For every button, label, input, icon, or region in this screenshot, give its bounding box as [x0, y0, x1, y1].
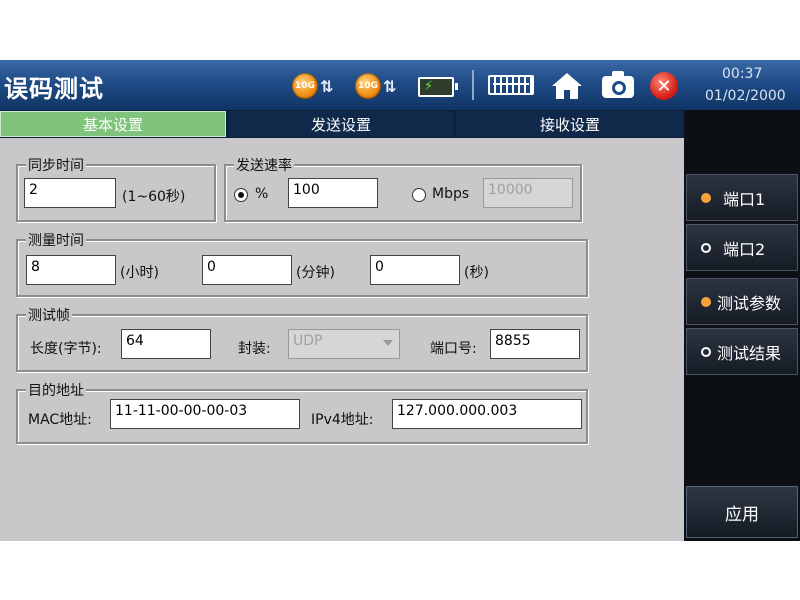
sidebar-item-label: 测试结果: [717, 343, 782, 363]
mbps-radio[interactable]: [412, 188, 426, 202]
tab-send-settings[interactable]: 发送设置: [228, 111, 454, 137]
group-legend: 测量时间: [26, 230, 86, 250]
port-badge: 10G: [355, 73, 381, 99]
mac-label: MAC地址:: [28, 412, 92, 428]
encap-select[interactable]: UDP: [288, 329, 400, 359]
ipv4-address-input[interactable]: 127.000.000.003: [392, 399, 582, 429]
sidebar-item-test-params[interactable]: 测试参数: [686, 278, 798, 325]
port-10g-icon[interactable]: 10G ⇅: [355, 73, 396, 99]
group-legend: 测试帧: [26, 305, 72, 325]
encap-value: UDP: [293, 333, 323, 349]
clock-time: 00:37: [722, 66, 763, 82]
clock-date: 01/02/2000: [705, 88, 786, 104]
encap-label: 封装:: [238, 341, 271, 357]
camera-icon[interactable]: [602, 71, 634, 98]
apply-button[interactable]: 应用: [686, 486, 798, 538]
sync-time-input[interactable]: 2: [24, 178, 116, 208]
sidebar-item-label: 端口2: [723, 239, 766, 259]
close-icon[interactable]: ✕: [650, 72, 678, 100]
port-10g-icon[interactable]: 10G ⇅: [292, 73, 333, 99]
selected-dot-icon: [701, 192, 711, 203]
percent-radio[interactable]: [234, 188, 248, 202]
port-number-input[interactable]: 8855: [490, 329, 580, 359]
frame-length-input[interactable]: 64: [121, 329, 211, 359]
keyboard-icon[interactable]: [488, 75, 534, 95]
hours-unit: (小时): [120, 265, 159, 281]
tab-basic-settings[interactable]: 基本设置: [0, 111, 226, 137]
group-legend: 发送速率: [234, 155, 294, 175]
seconds-input[interactable]: 0: [370, 255, 460, 285]
minutes-unit: (分钟): [296, 265, 335, 281]
sidebar-item-port2[interactable]: 端口2: [686, 224, 798, 271]
title-bar: 误码测试 10G ⇅ 10G ⇅ ⚡ ✕ 00:37 01/02/2000: [0, 60, 800, 110]
unselected-dot-icon: [701, 346, 711, 357]
group-legend: 同步时间: [26, 155, 86, 175]
percent-input[interactable]: 100: [288, 178, 378, 208]
unselected-dot-icon: [701, 242, 711, 253]
updown-arrows-icon: ⇅: [320, 76, 334, 96]
mbps-input[interactable]: 10000: [483, 178, 573, 208]
home-icon[interactable]: [550, 71, 584, 101]
selected-dot-icon: [701, 296, 711, 307]
sidebar-item-test-results[interactable]: 测试结果: [686, 328, 798, 375]
port-number-label: 端口号:: [430, 341, 477, 357]
sidebar-item-label: 端口1: [723, 189, 766, 209]
minutes-input[interactable]: 0: [202, 255, 292, 285]
sidebar-item-port1[interactable]: 端口1: [686, 174, 798, 221]
hours-input[interactable]: 8: [26, 255, 116, 285]
sidebar-item-label: 测试参数: [717, 293, 782, 313]
percent-label: %: [255, 186, 269, 202]
settings-tabs: 基本设置 发送设置 接收设置: [0, 110, 684, 138]
mbps-label: Mbps: [432, 186, 470, 202]
updown-arrows-icon: ⇅: [383, 76, 397, 96]
port-badge: 10G: [292, 73, 318, 99]
ipv4-label: IPv4地址:: [311, 412, 374, 428]
seconds-unit: (秒): [464, 265, 489, 281]
right-sidebar: 端口1 端口2 测试参数 测试结果 应用: [684, 110, 800, 541]
chevron-down-icon: [383, 340, 393, 346]
battery-icon: ⚡: [418, 77, 458, 97]
app-title: 误码测试: [4, 75, 104, 103]
device-screen: 误码测试 10G ⇅ 10G ⇅ ⚡ ✕ 00:37 01/02/2000 基本…: [0, 60, 800, 541]
group-legend: 目的地址: [26, 380, 86, 400]
mac-address-input[interactable]: 11-11-00-00-00-03: [110, 399, 300, 429]
frame-length-label: 长度(字节):: [30, 341, 102, 357]
tab-receive-settings[interactable]: 接收设置: [456, 111, 684, 137]
header-divider: [472, 70, 474, 100]
sync-time-range: (1~60秒): [122, 189, 186, 205]
